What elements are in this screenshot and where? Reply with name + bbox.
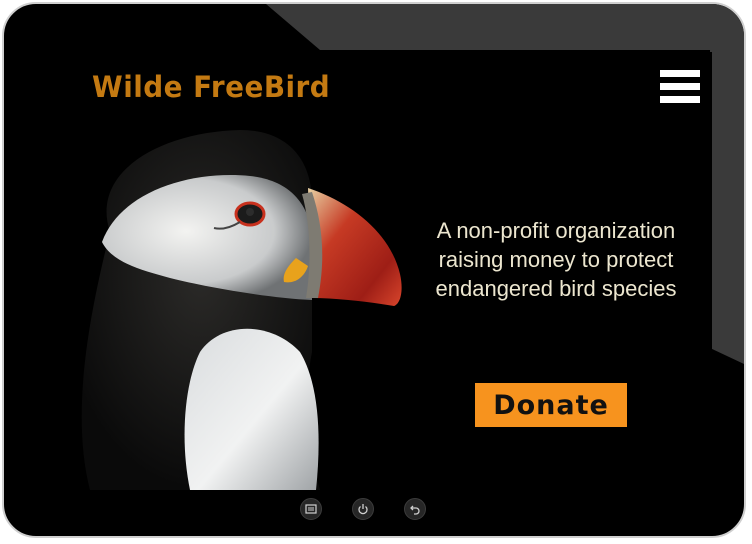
device-softkeys: [4, 498, 744, 522]
donate-button[interactable]: Donate: [475, 383, 627, 427]
tablet-device: Wilde FreeBird A non-profit organization…: [2, 2, 746, 538]
menu-bar: [660, 70, 700, 77]
tagline-line: endangered bird species: [435, 276, 677, 301]
tagline-line: A non-profit organization: [436, 218, 676, 243]
app-screen: Wilde FreeBird A non-profit organization…: [50, 52, 712, 490]
recent-apps-icon[interactable]: [300, 498, 322, 520]
power-icon[interactable]: [352, 498, 374, 520]
menu-bar: [660, 96, 700, 103]
hamburger-menu-icon[interactable]: [660, 70, 700, 106]
menu-bar: [660, 83, 700, 90]
mission-tagline: A non-profit organization raising money …: [406, 216, 706, 303]
back-icon[interactable]: [404, 498, 426, 520]
brand-title: Wilde FreeBird: [92, 70, 331, 104]
tagline-line: raising money to protect: [438, 247, 674, 272]
